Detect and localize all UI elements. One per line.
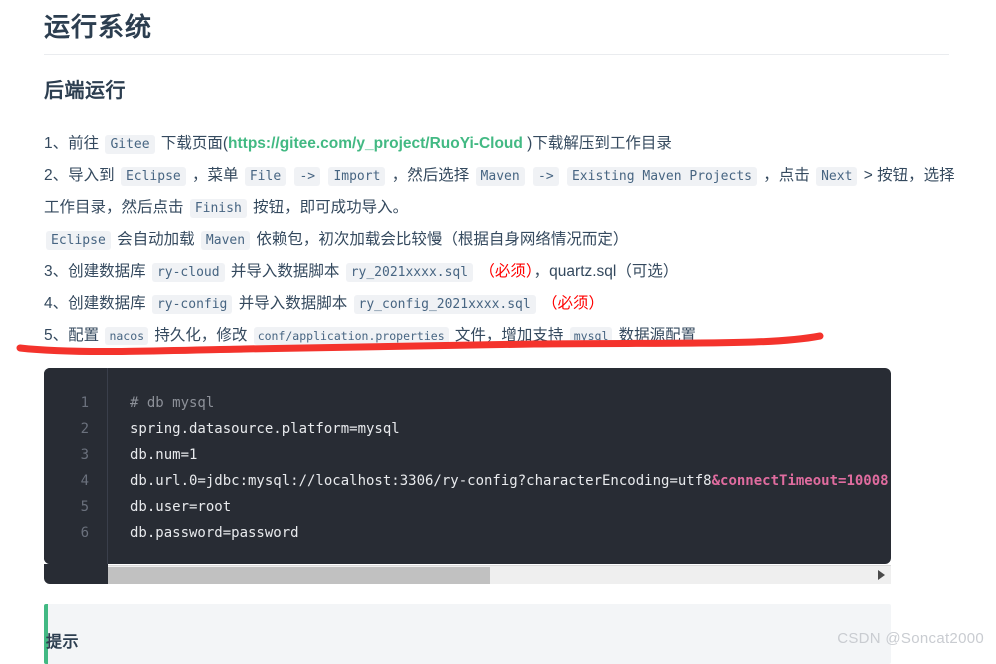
step-text: 数据源配置 xyxy=(614,327,697,344)
inline-code: Existing Maven Projects xyxy=(566,167,757,186)
code-token: # db mysql xyxy=(130,395,215,411)
inline-code: ry_config_2021xxxx.sql xyxy=(353,295,536,314)
horizontal-scrollbar[interactable] xyxy=(108,565,891,584)
step-text: )下载解压到工作目录 xyxy=(522,135,672,152)
title-divider xyxy=(44,54,949,55)
code-line-number: 1 xyxy=(80,395,89,411)
inline-code: -> xyxy=(294,167,321,186)
code-token: spring.datasource.platform=mysql xyxy=(130,421,400,437)
code-token: db.password=password xyxy=(130,525,299,541)
step-text: ，菜单 xyxy=(187,167,243,184)
step-item: 5、配置 nacos 持久化，修改 conf/application.prope… xyxy=(44,320,964,352)
inline-code: -> xyxy=(533,167,559,186)
inline-code: ry-cloud xyxy=(151,263,225,282)
external-link[interactable]: https://gitee.com/y_project/RuoYi-Cloud xyxy=(228,135,523,152)
inline-code: conf/application.properties xyxy=(253,327,449,345)
step-index: 5、 xyxy=(44,327,69,344)
step-text: 创建数据库 xyxy=(68,263,150,280)
inline-code: mysql xyxy=(569,327,613,345)
page-title-block: 运行系统 xyxy=(44,8,949,55)
tip-title: 提示 xyxy=(46,634,80,651)
scroll-right-arrow-icon[interactable] xyxy=(878,570,885,580)
step-text: 创建数据库 xyxy=(68,295,150,312)
code-token: db.num=1 xyxy=(130,447,198,463)
step-text: 会自动加载 xyxy=(112,231,199,248)
code-line: db.password=password xyxy=(130,520,891,546)
code-line: # db mysql xyxy=(130,390,891,416)
code-token: &connectTimeout=10008 xyxy=(711,473,889,489)
section-title: 后端运行 xyxy=(44,80,126,102)
code-line-number: 5 xyxy=(80,499,89,515)
step-text: 下载页面( xyxy=(156,135,229,152)
article-page: 运行系统 后端运行 1、前往 Gitee 下载页面(https://gitee.… xyxy=(0,0,996,664)
step-item: 1、前往 Gitee 下载页面(https://gitee.com/y_proj… xyxy=(44,128,964,160)
inline-code: ry-config xyxy=(151,295,233,314)
code-block: 1 2 3 4 5 6 # db mysql spring.datasource.platf… xyxy=(44,368,891,564)
code-content: # db mysql spring.datasource.platform=mys… xyxy=(108,368,891,564)
step-text: 按钮，即可成功导入。 xyxy=(248,199,409,216)
step-text: ，quartz.sql（可选） xyxy=(533,263,679,280)
step-index: 4、 xyxy=(44,295,69,312)
code-line: db.user=root xyxy=(130,494,891,520)
step-text: 前往 xyxy=(68,135,104,152)
step-text xyxy=(561,167,565,184)
inline-code: Gitee xyxy=(105,135,155,154)
code-line-number: 2 xyxy=(80,421,89,437)
step-text: 持久化，修改 xyxy=(150,327,252,344)
step-text: ，点击 xyxy=(758,167,815,184)
step-text: ，然后选择 xyxy=(387,167,474,184)
inline-code: nacos xyxy=(105,327,149,345)
step-text: 依赖包，初次加载会比较慢（根据自身网络情况而定） xyxy=(252,231,629,248)
step-item: 3、创建数据库 ry-cloud 并导入数据脚本 ry_2021xxxx.sql… xyxy=(44,256,964,288)
code-line: spring.datasource.platform=mysql xyxy=(130,416,891,442)
inline-code: Maven xyxy=(475,167,525,186)
inline-code: Next xyxy=(816,167,858,186)
step-text xyxy=(322,167,326,184)
inline-code: Eclipse xyxy=(120,167,186,186)
step-text: 并导入数据脚本 xyxy=(234,295,352,312)
step-index: 3、 xyxy=(44,263,69,280)
code-block-bottom-left-fill xyxy=(44,564,108,584)
step-text: 文件，增加支持 xyxy=(450,327,568,344)
code-line-number: 6 xyxy=(80,525,89,541)
inline-code: ry_2021xxxx.sql xyxy=(345,263,474,282)
page-title: 运行系统 xyxy=(44,12,153,42)
step-text: 配置 xyxy=(68,327,104,344)
required-marker: （必须） xyxy=(542,295,605,312)
tip-callout-box xyxy=(44,604,891,664)
step-text xyxy=(288,167,292,184)
step-text xyxy=(527,167,531,184)
horizontal-scrollbar-thumb[interactable] xyxy=(108,567,490,584)
step-text: 导入到 xyxy=(68,167,119,184)
csdn-watermark: CSDN @Soncat2000 xyxy=(837,630,984,647)
inline-code: Eclipse xyxy=(46,231,111,250)
step-item: 2、导入到 Eclipse ，菜单 File -> Import ，然后选择 M… xyxy=(44,160,964,256)
code-line: db.num=1 xyxy=(130,442,891,468)
code-line-number: 3 xyxy=(80,447,89,463)
inline-code: Import xyxy=(328,167,386,186)
step-text: 并导入数据脚本 xyxy=(226,263,344,280)
required-marker: （必须） xyxy=(479,263,534,280)
steps-list: 1、前往 Gitee 下载页面(https://gitee.com/y_proj… xyxy=(44,128,964,352)
code-line-number: 4 xyxy=(80,473,89,489)
inline-code: Maven xyxy=(200,231,251,250)
step-index: 2、 xyxy=(44,167,69,184)
code-line-numbers: 1 2 3 4 5 6 xyxy=(44,368,108,564)
code-token: db.url.0=jdbc:mysql://localhost:3306/ry-… xyxy=(130,473,712,489)
step-item: 4、创建数据库 ry-config 并导入数据脚本 ry_config_2021… xyxy=(44,288,964,320)
code-line: db.url.0=jdbc:mysql://localhost:3306/ry-… xyxy=(130,468,891,494)
inline-code: Finish xyxy=(189,199,247,218)
step-index: 1、 xyxy=(44,135,69,152)
inline-code: File xyxy=(244,167,287,186)
code-token: db.user=root xyxy=(130,499,232,515)
